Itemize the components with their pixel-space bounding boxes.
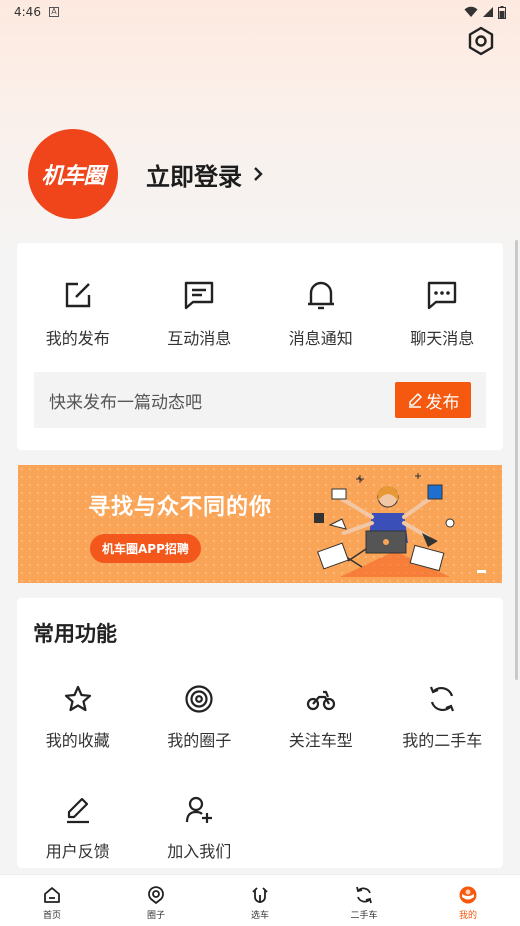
publish-button[interactable]: 发布 <box>395 382 471 418</box>
status-time: 4:46 <box>14 5 41 19</box>
star-icon <box>64 685 91 712</box>
login-label: 立即登录 <box>146 162 242 191</box>
login-link[interactable]: 立即登录 <box>146 157 264 192</box>
func-item-feedback[interactable]: 用户反馈 <box>17 795 139 862</box>
battery-icon <box>498 5 506 19</box>
wifi-icon <box>464 6 478 17</box>
status-icons <box>464 5 506 19</box>
tab-home[interactable]: 首页 <box>0 875 104 926</box>
recruitment-banner[interactable]: 寻找与众不同的你 机车圈APP招聘 <box>18 465 502 583</box>
tab-label: 首页 <box>42 911 61 921</box>
func-item-label: 关注车型 <box>288 731 353 750</box>
message-lines-icon <box>185 281 214 310</box>
publish-label: 发布 <box>425 392 460 413</box>
bottom-tab-bar: 首页 圈子 选车 二手车 我的 <box>0 874 520 926</box>
tab-used-car[interactable]: 二手车 <box>312 875 416 926</box>
edit-square-icon <box>65 282 90 308</box>
tab-label: 二手车 <box>350 911 378 921</box>
home-icon <box>44 887 60 903</box>
quick-item-label: 互动消息 <box>167 329 232 348</box>
choose-car-icon <box>252 887 268 903</box>
profile-header[interactable]: 机车圈 立即登录 <box>28 129 264 219</box>
add-user-icon <box>186 796 213 823</box>
func-item-label: 我的二手车 <box>402 731 483 750</box>
func-item-label: 我的收藏 <box>45 731 110 750</box>
quick-item-notifications[interactable]: 消息通知 <box>260 279 382 349</box>
motorcycle-icon <box>306 690 335 711</box>
func-item-favorites[interactable]: 我的收藏 <box>17 684 139 751</box>
func-item-label: 用户反馈 <box>45 842 110 861</box>
quick-item-interactions[interactable]: 互动消息 <box>139 279 261 349</box>
section-title: 常用功能 <box>33 622 117 646</box>
tab-label: 选车 <box>250 911 269 921</box>
quick-item-my-posts[interactable]: 我的发布 <box>17 279 139 349</box>
quick-item-label: 我的发布 <box>45 329 110 348</box>
tab-label: 我的 <box>458 911 477 921</box>
common-functions-card: 常用功能 我的收藏 我的圈子 关注车型 我的二手车 用户反馈 加入我们 <box>17 598 503 868</box>
chat-dots-icon <box>428 281 457 310</box>
func-item-my-used-cars[interactable]: 我的二手车 <box>382 684 504 751</box>
circle-icon <box>148 886 164 904</box>
profile-icon <box>459 886 477 904</box>
signal-icon <box>483 7 493 17</box>
banner-illustration <box>314 473 455 577</box>
func-item-followed-models[interactable]: 关注车型 <box>260 684 382 751</box>
tab-choose-car[interactable]: 选车 <box>208 875 312 926</box>
tab-profile[interactable]: 我的 <box>416 875 520 926</box>
pencil-icon <box>66 797 89 824</box>
tab-circle[interactable]: 圈子 <box>104 875 208 926</box>
func-item-label: 我的圈子 <box>167 731 232 750</box>
scrollbar[interactable] <box>515 240 518 680</box>
notification-icon: A <box>48 7 59 17</box>
app-logo: 机车圈 <box>28 129 118 219</box>
used-car-icon <box>356 886 372 904</box>
banner-indicator <box>477 570 486 573</box>
post-placeholder: 快来发布一篇动态吧 <box>49 392 202 413</box>
func-item-my-circles[interactable]: 我的圈子 <box>139 684 261 751</box>
quick-item-label: 聊天消息 <box>410 329 475 348</box>
quick-item-chat[interactable]: 聊天消息 <box>382 279 504 349</box>
post-composer[interactable]: 快来发布一篇动态吧 发布 <box>34 372 486 428</box>
pencil-icon <box>408 392 422 408</box>
banner-title: 寻找与众不同的你 <box>88 495 273 520</box>
gear-icon <box>468 26 494 56</box>
bell-icon <box>307 281 334 310</box>
chevron-right-icon <box>254 167 263 181</box>
circle-target-icon <box>185 685 213 713</box>
status-bar: 4:46 A <box>0 0 520 24</box>
quick-actions-card: 我的发布 互动消息 消息通知 聊天消息 快来发布一篇动态吧 发布 <box>17 243 503 450</box>
refresh-icon <box>430 686 455 712</box>
tab-label: 圈子 <box>146 911 165 921</box>
banner-pill: 机车圈APP招聘 <box>90 534 201 563</box>
func-item-label: 加入我们 <box>167 842 232 861</box>
func-item-join-us[interactable]: 加入我们 <box>139 795 261 862</box>
settings-button[interactable] <box>466 26 496 56</box>
quick-item-label: 消息通知 <box>288 329 353 348</box>
